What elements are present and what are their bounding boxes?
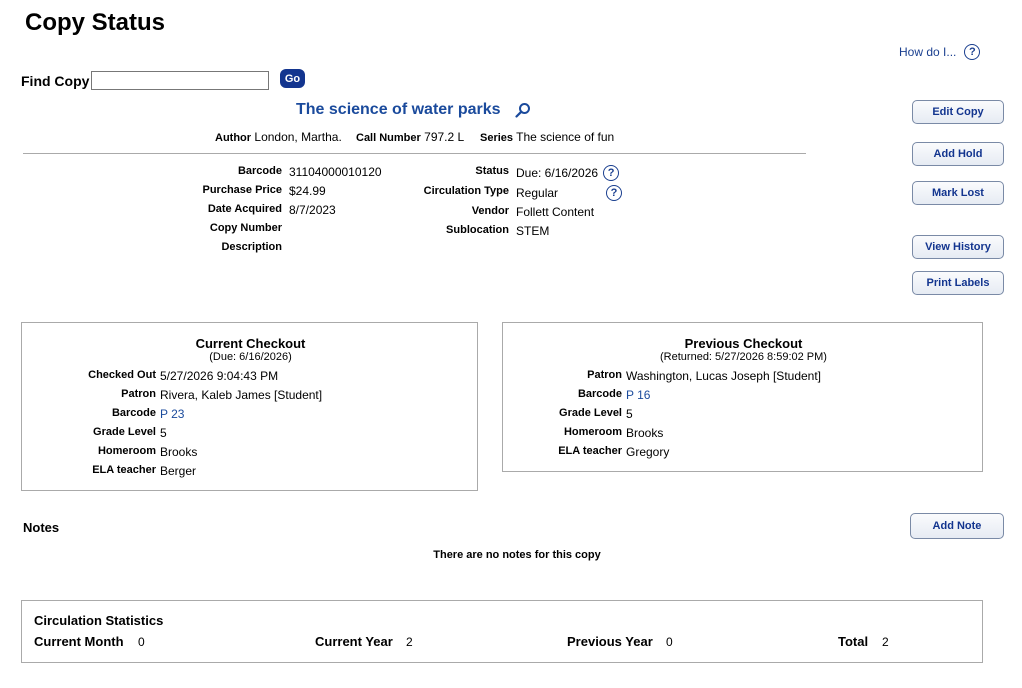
status-field: Due: 6/16/2026 ? (516, 165, 620, 181)
patron-barcode-link[interactable]: P 23 (160, 407, 184, 421)
circulation-stats-title: Circulation Statistics (34, 613, 164, 628)
checked-out-value: 5/27/2026 9:04:43 PM (160, 369, 279, 383)
find-copy-input[interactable] (91, 71, 269, 90)
patron-barcode-label: Barcode (111, 407, 156, 419)
previous-checkout-returned: (Returned: 5/27/2026 8:59:02 PM) (660, 351, 827, 363)
go-button[interactable]: Go (280, 69, 305, 88)
prev-grade-level-label: Grade Level (559, 407, 622, 419)
search-icon[interactable] (514, 102, 531, 118)
prev-grade-level-value: 5 (626, 407, 633, 421)
add-hold-button[interactable]: Add Hold (912, 142, 1004, 166)
previous-checkout-panel: Previous Checkout (Returned: 5/27/2026 8… (502, 322, 983, 472)
edit-copy-button[interactable]: Edit Copy (912, 100, 1004, 124)
patron-label: Patron (121, 388, 156, 400)
series-value: The science of fun (516, 130, 615, 144)
help-link-label[interactable]: How do I... (899, 45, 956, 59)
total-value: 2 (882, 635, 889, 649)
circulation-type-field: Regular ? (516, 185, 622, 201)
prev-barcode-link[interactable]: P 16 (626, 388, 650, 402)
prev-patron-label: Patron (587, 369, 622, 381)
sublocation-label: Sublocation (446, 224, 509, 236)
barcode-label: Barcode (237, 165, 282, 177)
previous-year-value: 0 (666, 635, 673, 649)
homeroom-value: Brooks (160, 445, 198, 459)
current-year-value: 2 (406, 635, 413, 649)
call-number-label: Call Number (356, 132, 421, 144)
current-checkout-due: (Due: 6/16/2026) (209, 351, 292, 363)
book-title-text: The science of water parks (296, 101, 501, 118)
prev-patron-value: Washington, Lucas Joseph [Student] (626, 369, 822, 383)
help-link[interactable]: How do I... ? (899, 44, 981, 60)
mark-lost-button[interactable]: Mark Lost (912, 181, 1004, 205)
author-field: Author London, Martha. (215, 130, 342, 144)
current-month-value: 0 (138, 635, 145, 649)
previous-year-label: Previous Year (567, 634, 653, 649)
purchase-price-label: Purchase Price (202, 184, 283, 196)
view-history-button[interactable]: View History (912, 235, 1004, 259)
print-labels-button[interactable]: Print Labels (912, 271, 1004, 295)
status-value: Due: 6/16/2026 (516, 166, 599, 180)
ela-teacher-value: Berger (160, 464, 197, 478)
series-label: Series (480, 132, 514, 144)
current-year-label: Current Year (315, 634, 393, 649)
circulation-stats-panel: Circulation Statistics Current Month 0 C… (21, 600, 983, 663)
sublocation-value: STEM (516, 224, 550, 238)
notes-empty-message: There are no notes for this copy (433, 549, 601, 561)
homeroom-label: Homeroom (97, 445, 156, 457)
checked-out-label: Checked Out (88, 369, 156, 381)
date-acquired-label: Date Acquired (207, 203, 282, 215)
vendor-value: Follett Content (516, 205, 595, 219)
date-acquired-value: 8/7/2023 (289, 203, 336, 217)
vendor-label: Vendor (471, 205, 509, 217)
find-copy-label: Find Copy (21, 73, 90, 89)
add-note-button[interactable]: Add Note (910, 513, 1004, 539)
barcode-value: 31104000010120 (289, 165, 382, 179)
prev-homeroom-value: Brooks (626, 426, 664, 440)
page-title: Copy Status (25, 9, 166, 36)
ela-teacher-label: ELA teacher (92, 464, 156, 476)
call-number-value: 797.2 L (424, 130, 465, 144)
status-help-icon[interactable]: ? (603, 165, 620, 181)
book-title: The science of water parks (296, 101, 531, 119)
author-value: London, Martha. (254, 130, 342, 144)
divider (23, 153, 806, 154)
prev-ela-teacher-label: ELA teacher (558, 445, 622, 457)
patron-value: Rivera, Kaleb James [Student] (160, 388, 323, 402)
copy-number-label: Copy Number (209, 222, 282, 234)
help-icon[interactable]: ? (964, 44, 981, 60)
circulation-type-label: Circulation Type (423, 185, 509, 197)
description-label: Description (221, 241, 282, 253)
prev-homeroom-label: Homeroom (563, 426, 622, 438)
author-label: Author (215, 132, 252, 144)
current-checkout-title: Current Checkout (195, 336, 306, 351)
current-month-label: Current Month (34, 634, 124, 649)
circulation-type-value: Regular (516, 186, 559, 200)
purchase-price-value: $24.99 (289, 184, 326, 198)
current-checkout-panel: Current Checkout (Due: 6/16/2026) Checke… (21, 322, 478, 491)
previous-checkout-title: Previous Checkout (684, 336, 803, 351)
series-field: Series The science of fun (480, 130, 614, 144)
prev-barcode-label: Barcode (577, 388, 622, 400)
prev-ela-teacher-value: Gregory (626, 445, 670, 459)
circulation-type-help-icon[interactable]: ? (606, 185, 622, 201)
grade-level-label: Grade Level (93, 426, 156, 438)
status-label: Status (475, 165, 509, 177)
total-label: Total (838, 634, 869, 649)
notes-title: Notes (23, 520, 60, 535)
call-number-field: Call Number 797.2 L (356, 130, 464, 144)
grade-level-value: 5 (160, 426, 167, 440)
